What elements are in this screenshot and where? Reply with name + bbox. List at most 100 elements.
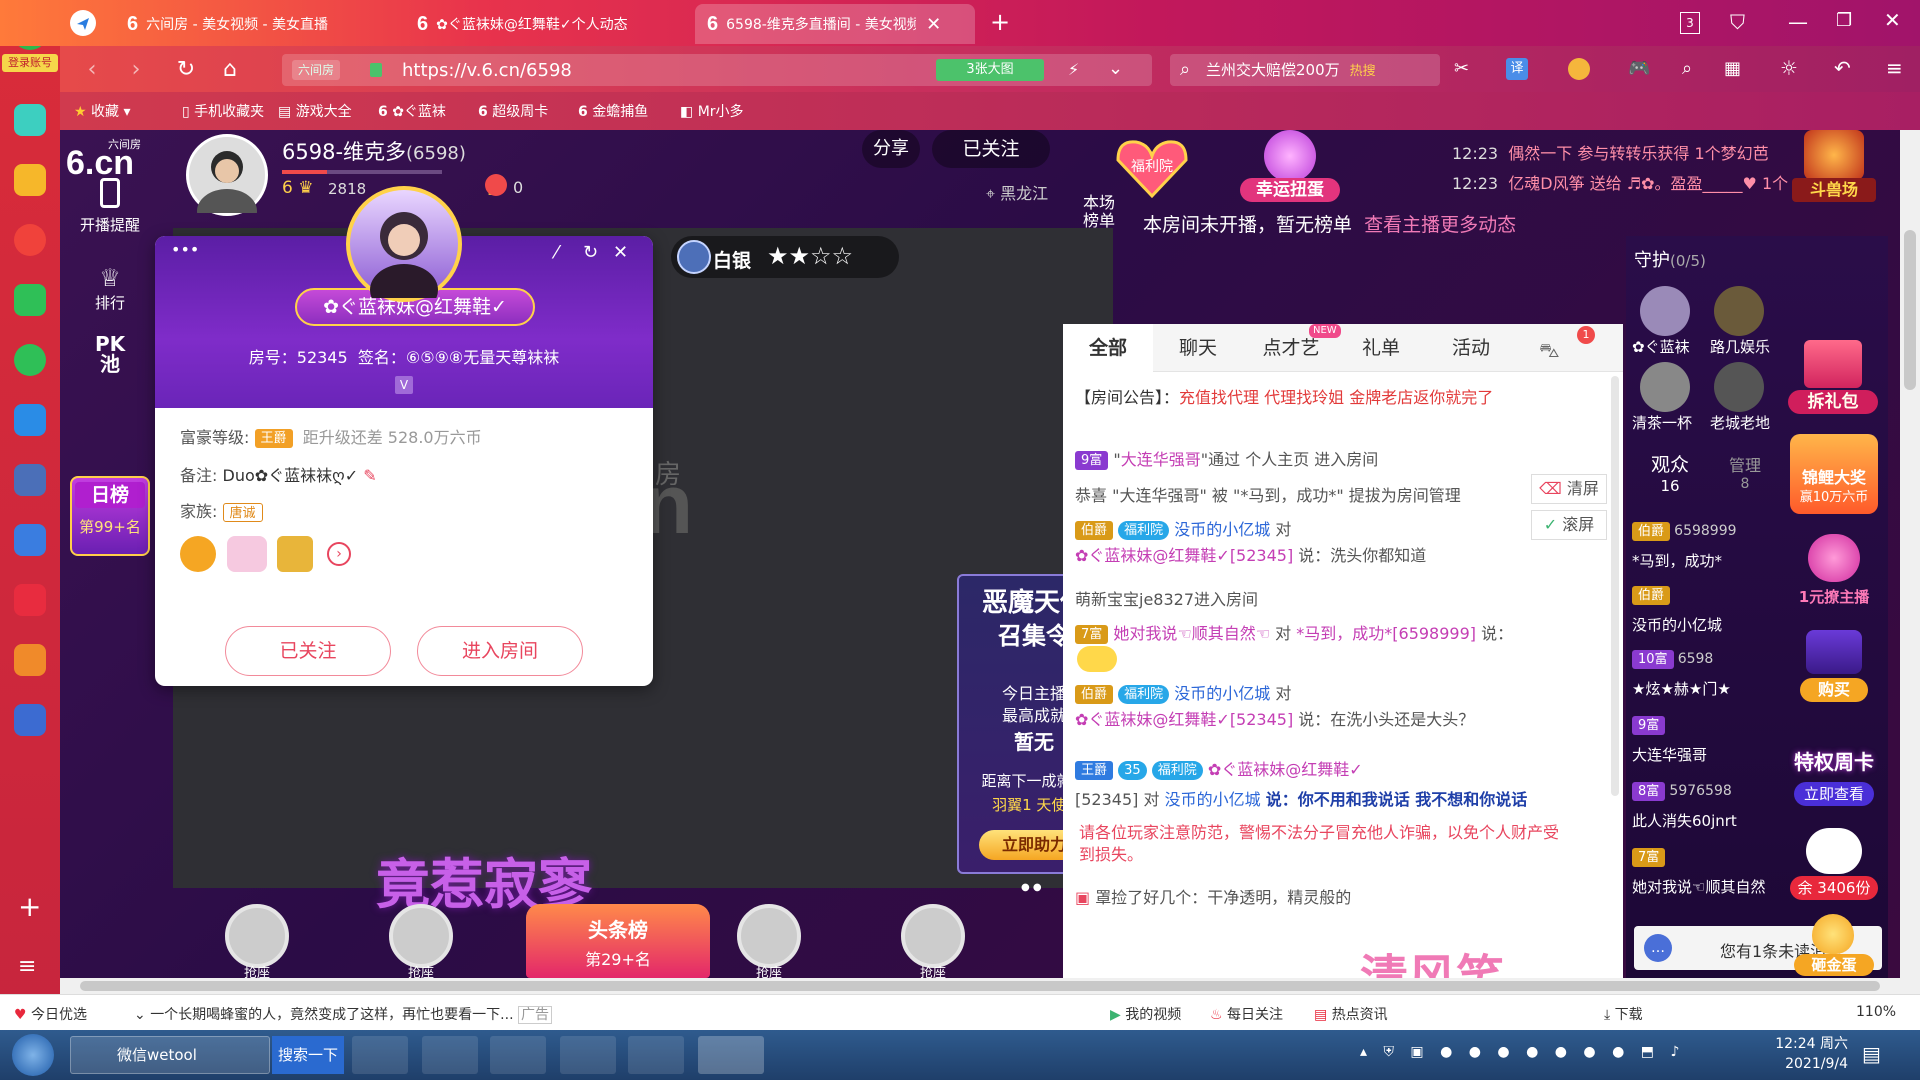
word-doc-icon[interactable] [14, 524, 46, 556]
action-center-icon[interactable]: ▤ [1862, 1042, 1881, 1066]
followed-button[interactable]: 已关注 [225, 626, 391, 676]
restore-icon[interactable]: ❐ [1836, 10, 1852, 31]
tab-gift-list[interactable]: 礼单 [1339, 324, 1423, 372]
taskbar-live-app-icon[interactable] [698, 1036, 764, 1074]
back-icon[interactable]: ‹ [78, 56, 106, 84]
mail-icon[interactable] [14, 284, 46, 316]
magic-wand-icon[interactable]: ⁄ [555, 242, 558, 263]
edit-note-icon[interactable]: ✎ [363, 466, 376, 485]
tab-count-badge[interactable]: 3 [1680, 12, 1700, 34]
p-app-icon[interactable] [14, 404, 46, 436]
taskbar-folder-icon[interactable] [490, 1036, 546, 1074]
nav-open-reminder[interactable]: 开播提醒 [60, 172, 160, 252]
seat-3[interactable]: 抢座 [724, 898, 814, 978]
popup-avatar[interactable] [346, 186, 462, 302]
page-vertical-scrollbar[interactable] [1900, 130, 1920, 978]
one-yuan-promo[interactable]: 1元撩主播 [1790, 534, 1878, 614]
share-button[interactable]: 分享 [862, 130, 920, 168]
tab-close-icon[interactable]: ✕ [926, 14, 941, 35]
scrollbar-thumb[interactable] [1904, 230, 1916, 390]
more-dots-icon[interactable]: ••• [171, 240, 199, 259]
tab-6598[interactable]: 6 6598-维克多直播间 - 美女视频 ✕ [695, 4, 975, 44]
new-tab-button[interactable]: + [990, 8, 1010, 36]
favorite-star-icon[interactable] [14, 164, 46, 196]
arrow-right-icon[interactable]: › [327, 542, 351, 566]
shirt-skin-icon[interactable]: ⛉ [1730, 10, 1745, 34]
refresh-icon[interactable]: ↻ [172, 56, 200, 84]
tab-audience[interactable]: 观众 16 [1640, 450, 1700, 495]
news-app-icon[interactable] [14, 464, 46, 496]
bookmark-favorites[interactable]: ★ 收藏 ▾ [74, 101, 131, 121]
home-icon[interactable]: ⌂ [216, 56, 244, 84]
xiaohongshu-icon[interactable] [14, 584, 46, 616]
address-bar[interactable]: 六间房 https://v.6.cn/6598 3张大图 ⚡ ⌄ [282, 54, 1152, 86]
nav-ranking[interactable]: ♕ 排行 [60, 258, 160, 330]
grid-apps-icon[interactable]: ▦ [1724, 58, 1741, 79]
close-icon[interactable]: ✕ [613, 242, 628, 263]
weibo-icon[interactable] [14, 224, 46, 256]
add-app-icon[interactable]: + [18, 890, 41, 923]
car-icon[interactable]: ⛍ [1539, 338, 1560, 365]
bookmark-fishing[interactable]: 6 金蟾捕鱼 [578, 101, 648, 121]
daily-rank-card[interactable]: 日榜 第99+名 [70, 476, 150, 556]
big-image-button[interactable]: 3张大图 [936, 59, 1044, 81]
send-icon[interactable] [70, 10, 96, 36]
gift-pack-promo[interactable]: 拆礼包 [1788, 340, 1878, 416]
clock[interactable]: 12:24 周六 2021/9/4 [1756, 1034, 1848, 1074]
zoom-level[interactable]: 110% [1856, 1004, 1896, 1020]
bookmark-weekcard[interactable]: 6 超级周卡 [478, 101, 548, 121]
taskbar-ie-icon[interactable] [422, 1036, 478, 1074]
chat-scrollbar[interactable] [1611, 376, 1619, 796]
search-input[interactable]: ⌕ 兰州交大赔偿200万 热搜 [1170, 54, 1440, 86]
scrollbar-thumb[interactable] [80, 981, 1880, 991]
my-video[interactable]: ▶ 我的视频 [1110, 1004, 1181, 1024]
menu-list-icon[interactable]: ≡ [18, 954, 36, 979]
scissors-icon[interactable]: ✂ [1454, 58, 1469, 79]
url-text[interactable]: https://v.6.cn/6598 [402, 60, 572, 81]
daily-picks[interactable]: ♥ 今日优选 [14, 1004, 87, 1024]
close-window-icon[interactable]: ✕ [1884, 8, 1901, 32]
privilege-card-promo[interactable]: 特权周卡 立即查看 [1784, 736, 1884, 812]
guard-avatar[interactable] [1714, 286, 1764, 336]
carousel-dots[interactable]: ● ● [1021, 882, 1042, 893]
undo-icon[interactable]: ↶ [1834, 56, 1851, 80]
guard-avatar[interactable] [1714, 362, 1764, 412]
cloud-icon[interactable] [14, 344, 46, 376]
magnifier-icon[interactable]: ⌕ [1682, 58, 1692, 79]
hot-news[interactable]: ▤ 热点资讯 [1314, 1004, 1388, 1024]
bookmark-lanwa[interactable]: 6 ✿ぐ蓝袜 [378, 101, 446, 121]
seat-2[interactable]: 抢座 [376, 898, 466, 978]
seat-4[interactable]: 抢座 [888, 898, 978, 978]
forward-icon[interactable]: › [122, 56, 150, 84]
refresh-icon[interactable]: ↻ [583, 242, 598, 263]
taskbar-k-app-icon[interactable] [352, 1036, 408, 1074]
tab-activity[interactable]: 活动 [1423, 324, 1519, 372]
bookmark-games[interactable]: ▤ 游戏大全 [278, 101, 352, 121]
game-icon[interactable] [14, 644, 46, 676]
news-ticker[interactable]: ⌄ 一个长期喝蜂蜜的人，竟然变成了这样，再忙也要看一下... 广告 [134, 1004, 552, 1024]
treasure-buy-promo[interactable]: 购买 [1792, 630, 1876, 704]
anchor-avatar[interactable] [186, 134, 268, 216]
guard-avatar[interactable] [1640, 362, 1690, 412]
taskbar-app-wechat-tool[interactable]: 微信wetool [70, 1036, 270, 1074]
tab-liujianfang[interactable]: 6 六间房 - 美女视频 - 美女直播 [115, 4, 403, 44]
page-horizontal-scrollbar[interactable] [60, 978, 1920, 994]
koi-prize-promo[interactable]: 锦鲤大奖 赢10万六币 [1790, 434, 1878, 514]
tab-all[interactable]: 全部 [1063, 324, 1153, 372]
lightning-icon[interactable]: ⚡ [1068, 60, 1079, 79]
nav-pk-pool[interactable]: PK池 [60, 328, 160, 400]
taskbar-player-icon[interactable] [628, 1036, 684, 1074]
start-button[interactable] [12, 1034, 54, 1076]
taskbar-search-button[interactable]: 搜索一下 [272, 1036, 344, 1074]
guard-avatar[interactable] [1640, 286, 1690, 336]
gamepad-icon[interactable]: 🎮 [1628, 58, 1650, 79]
daily-follow[interactable]: ♨ 每日关注 [1210, 1004, 1283, 1024]
system-tray-icons[interactable]: ▴ ⛨ ▣ ● ● ● ● ● ● ● ⬒ ♪ [1360, 1044, 1685, 1060]
bookmark-mrxiaoduo[interactable]: ◧ Mr小多 [680, 101, 744, 121]
anchor-more-link[interactable]: 查看主播更多动态 [1364, 214, 1516, 236]
tab-chat[interactable]: 聊天 [1153, 324, 1243, 372]
game-2-icon[interactable] [14, 704, 46, 736]
auto-scroll-button[interactable]: ✓ 滚屏 [1531, 510, 1607, 540]
translate-button[interactable]: 译 [1506, 58, 1528, 80]
tab-admin[interactable]: 管理 8 [1720, 452, 1770, 492]
